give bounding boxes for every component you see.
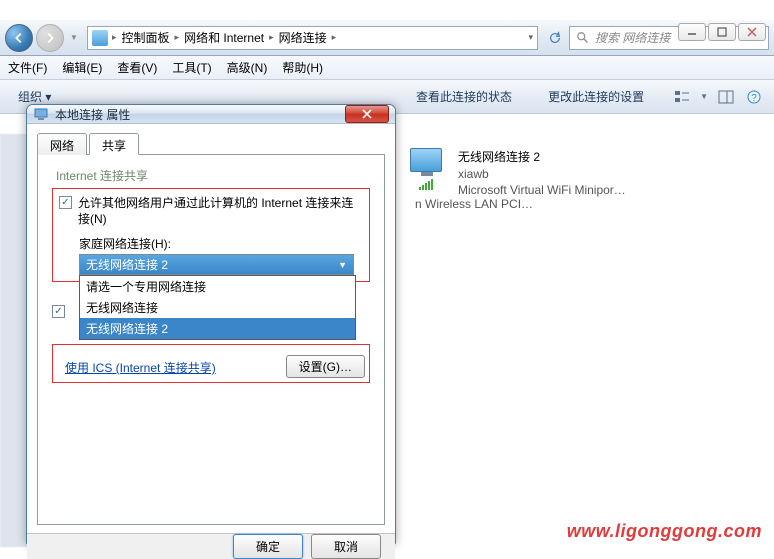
monitor-icon: [410, 148, 442, 172]
menu-advanced[interactable]: 高级(N): [227, 59, 268, 76]
dialog-footer: 确定 取消: [27, 533, 395, 559]
breadcrumb-item[interactable]: 控制面板: [119, 29, 173, 46]
partial-adapter-text: n Wireless LAN PCI…: [415, 194, 533, 214]
ics-link[interactable]: 使用 ICS (Internet 连接共享): [65, 359, 216, 376]
allow-sharing-checkbox[interactable]: ✓: [59, 196, 72, 209]
allow-control-checkbox[interactable]: ✓: [52, 305, 65, 318]
adapter-ssid: xiawb: [458, 167, 626, 181]
svg-text:?: ?: [751, 93, 757, 104]
window-close-button[interactable]: [738, 23, 766, 41]
nav-back-button[interactable]: [5, 24, 33, 52]
location-icon: [92, 30, 108, 46]
adapter-name: 无线网络连接 2: [458, 148, 626, 165]
menu-help[interactable]: 帮助(H): [282, 59, 323, 76]
change-settings-button[interactable]: 更改此连接的设置: [540, 85, 652, 108]
sharing-panel: Internet 连接共享 ✓ 允许其他网络用户通过此计算机的 Internet…: [37, 155, 385, 525]
chevron-down-icon: ▼: [338, 260, 347, 270]
nav-history-dropdown[interactable]: ▼: [67, 33, 81, 42]
explorer-toolbar: ▼ ▸ 控制面板 ▸ 网络和 Internet ▸ 网络连接 ▸ ▾ 搜索 网络…: [0, 20, 774, 56]
menu-view[interactable]: 查看(V): [117, 59, 157, 76]
tab-sharing[interactable]: 共享: [89, 133, 139, 155]
home-network-dropdown[interactable]: 无线网络连接 2 ▼ 请选一个专用网络连接 无线网络连接 无线网络连接 2: [79, 254, 354, 275]
search-placeholder: 搜索 网络连接: [595, 29, 670, 46]
menu-tools[interactable]: 工具(T): [172, 59, 211, 76]
breadcrumb-item[interactable]: 网络和 Internet: [181, 29, 267, 46]
menu-edit[interactable]: 编辑(E): [62, 59, 102, 76]
chevron-right-icon: ▸: [269, 32, 274, 43]
highlight-box-2: 使用 ICS (Internet 连接共享) 设置(G)…: [52, 344, 370, 383]
dialog-title: 本地连接 属性: [55, 106, 339, 123]
dropdown-hint: 请选一个专用网络连接: [80, 276, 355, 297]
highlight-box-1: ✓ 允许其他网络用户通过此计算机的 Internet 连接来连接(N) 家庭网络…: [52, 188, 370, 282]
watermark: www.ligonggong.com: [567, 521, 762, 542]
network-icon: [33, 106, 49, 122]
refresh-button[interactable]: [544, 27, 566, 49]
breadcrumb-item[interactable]: 网络连接: [276, 29, 330, 46]
view-status-button[interactable]: 查看此连接的状态: [408, 85, 520, 108]
ics-settings-button[interactable]: 设置(G)…: [286, 355, 365, 378]
chevron-right-icon: ▸: [175, 32, 180, 43]
dialog-close-button[interactable]: [345, 105, 389, 123]
view-mode-icon[interactable]: [672, 87, 692, 107]
tab-strip: 网络 共享: [37, 132, 385, 155]
signal-icon: [419, 178, 433, 190]
home-network-label: 家庭网络连接(H):: [79, 235, 363, 252]
tab-networking[interactable]: 网络: [37, 133, 87, 155]
address-dropdown-icon[interactable]: ▾: [528, 32, 533, 43]
chevron-down-icon[interactable]: ▼: [700, 92, 708, 101]
dropdown-option-selected[interactable]: 无线网络连接 2: [80, 318, 355, 339]
nav-forward-button[interactable]: [36, 24, 64, 52]
menu-file[interactable]: 文件(F): [8, 59, 47, 76]
preview-pane-icon[interactable]: [716, 87, 736, 107]
breadcrumb: ▸ 控制面板 ▸ 网络和 Internet ▸ 网络连接 ▸: [112, 29, 524, 46]
maximize-button[interactable]: [708, 23, 736, 41]
network-adapter-item[interactable]: 无线网络连接 2 xiawb Microsoft Virtual WiFi Mi…: [400, 144, 771, 201]
minimize-button[interactable]: [678, 23, 706, 41]
search-icon: [576, 31, 590, 45]
allow-sharing-label: 允许其他网络用户通过此计算机的 Internet 连接来连接(N): [78, 195, 363, 227]
address-bar[interactable]: ▸ 控制面板 ▸ 网络和 Internet ▸ 网络连接 ▸ ▾: [87, 26, 538, 50]
dropdown-list: 请选一个专用网络连接 无线网络连接 无线网络连接 2: [79, 275, 356, 340]
dropdown-option[interactable]: 无线网络连接: [80, 297, 355, 318]
properties-dialog: 本地连接 属性 网络 共享 Internet 连接共享 ✓ 允许其他网络用户通过…: [26, 104, 396, 544]
cancel-button[interactable]: 取消: [311, 534, 381, 559]
groupbox-title: Internet 连接共享: [52, 167, 370, 184]
ok-button[interactable]: 确定: [233, 534, 303, 559]
chevron-right-icon: ▸: [112, 32, 117, 43]
menu-bar: 文件(F) 编辑(E) 查看(V) 工具(T) 高级(N) 帮助(H): [0, 56, 774, 80]
dialog-titlebar[interactable]: 本地连接 属性: [27, 105, 395, 124]
help-icon[interactable]: ?: [744, 87, 764, 107]
dropdown-selected-value: 无线网络连接 2: [86, 256, 168, 273]
chevron-right-icon: ▸: [332, 32, 337, 43]
